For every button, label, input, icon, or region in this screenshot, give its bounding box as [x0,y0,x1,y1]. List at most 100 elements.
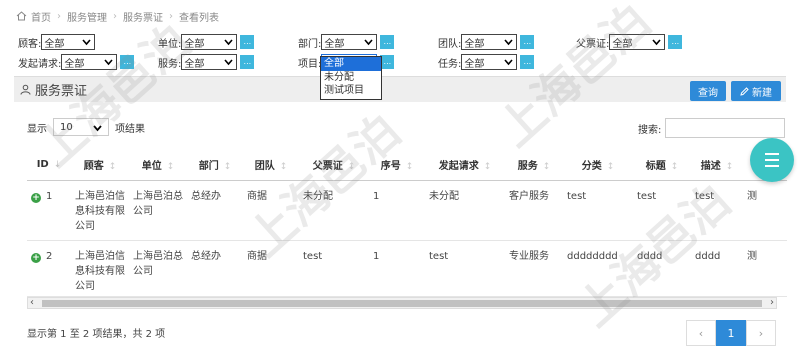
breadcrumb-service-ticket[interactable]: 服务票证 [123,9,163,24]
chevron-down-icon [104,59,113,66]
cell-request: 未分配 [425,180,505,241]
cell-title: dddd [633,240,691,297]
cell-service: 专业服务 [505,240,563,297]
scroll-right-icon[interactable]: › [770,297,774,308]
panel-header: 服务票证 查询 新建 [14,76,786,102]
col-header-dept[interactable]: 部门 ↕ [187,150,243,181]
page-title: 服务票证 [20,80,87,99]
page-1-button[interactable]: 1 [716,320,746,346]
filter-unit: 单位: 全部 ... [158,33,255,51]
chevron-down-icon [652,39,661,46]
filter-dept-label: 部门: [298,38,322,50]
team-select[interactable]: 全部 [461,34,518,50]
task-select[interactable]: 全部 [461,54,518,70]
pencil-icon [740,86,749,96]
filter-customer-label: 顾客: [18,38,42,50]
floating-menu-button[interactable] [750,138,794,182]
col-header-id[interactable]: ID ↓ [27,150,71,181]
expand-icon[interactable]: + [31,192,41,203]
initiate-request-select[interactable]: 全部 [61,54,118,70]
dept-select[interactable]: 全部 [321,34,378,50]
col-header-seq[interactable]: 序号 ↕ [369,150,425,181]
team-lookup-button[interactable]: ... [520,35,535,49]
filter-task-label: 任务: [438,58,462,70]
expand-icon[interactable]: + [31,252,41,263]
scroll-left-icon[interactable]: ‹ [30,297,34,308]
chevron-down-icon [93,125,102,132]
filter-dept: 部门: 全部 ... [298,33,395,51]
col-header-unit[interactable]: 单位 ↕ [129,150,187,181]
unit-lookup-button[interactable]: ... [240,35,255,49]
filter-parent-ticket-label: 父票证: [576,38,610,50]
col-header-team[interactable]: 团队 ↕ [243,150,299,181]
cell-category: dddddddd [563,240,633,297]
new-button[interactable]: 新建 [731,81,781,101]
breadcrumb-service-management[interactable]: 服务管理 [67,9,107,24]
prev-page-button[interactable]: ‹ [686,320,716,346]
parent-ticket-lookup-button[interactable]: ... [668,35,683,49]
cell-team: 商据 [243,240,299,297]
col-header-service[interactable]: 服务 ↕ [505,150,563,181]
query-button[interactable]: 查询 [690,81,726,101]
col-header-title[interactable]: 标题 ↕ [633,150,691,181]
cell-title: test [633,180,691,241]
cell-service: 客户服务 [505,180,563,241]
filter-team: 团队: 全部 ... [438,33,535,51]
col-header-customer[interactable]: 顾客 ↕ [71,150,129,181]
col-header-parent-ticket[interactable]: 父票证 ↕ [299,150,369,181]
project-dropdown-list: 全部 未分配 测试项目 [320,56,382,100]
table-row[interactable]: +2 上海邑泊信息科技有限公司 上海邑泊总公司 总经办 商据 test 1 te… [27,240,787,297]
chevron-down-icon [504,59,513,66]
dept-lookup-button[interactable]: ... [380,35,395,49]
customer-select[interactable]: 全部 [41,34,96,50]
next-page-button[interactable]: › [746,320,776,346]
filter-project-label: 项目: [298,58,322,70]
breadcrumb: 首页 › 服务管理 › 服务票证 › 查看列表 [16,8,219,24]
cell-parent: test [299,240,369,297]
ticket-table: ID ↓ 顾客 ↕ 单位 ↕ 部门 ↕ 团队 ↕ 父票证 ↕ 序号 ↕ 发起请求 ↕ 服务 ↕ 分… [27,150,787,297]
service-lookup-button[interactable]: ... [240,55,255,69]
filter-parent-ticket: 父票证: 全部 ... [576,33,683,51]
horizontal-scrollbar[interactable]: ‹ › [27,297,777,309]
breadcrumb-home[interactable]: 首页 [31,9,51,24]
cell-seq: 1 [369,180,425,241]
cell-extra: 测 [743,240,787,297]
filter-customer: 顾客: 全部 [18,33,96,51]
breadcrumb-view-list: 查看列表 [179,12,219,24]
chevron-down-icon [224,59,233,66]
col-header-desc[interactable]: 描述 ↕ [691,150,743,181]
chevron-down-icon [224,39,233,46]
page-length-select[interactable]: 10 [53,118,109,136]
cell-desc: dddd [691,240,743,297]
col-header-category[interactable]: 分类 ↕ [563,150,633,181]
new-button-label: 新建 [752,87,772,99]
project-option-test[interactable]: 测试项目 [321,84,381,98]
cell-id[interactable]: +1 [27,180,71,241]
task-lookup-button[interactable]: ... [520,55,535,69]
length-suffix: 项结果 [115,123,145,135]
search-input[interactable] [665,118,786,138]
unit-select[interactable]: 全部 [181,34,238,50]
page-length-control: 显示 10 项结果 [27,118,145,136]
col-header-request[interactable]: 发起请求 ↕ [425,150,505,181]
scrollbar-thumb[interactable] [42,300,762,307]
cell-request: test [425,240,505,297]
cell-unit: 上海邑泊总公司 [129,180,187,241]
cell-category: test [563,180,633,241]
cell-id[interactable]: +2 [27,240,71,297]
service-select[interactable]: 全部 [181,54,238,70]
length-prefix: 显示 [27,123,47,135]
initiate-request-lookup-button[interactable]: ... [120,55,135,69]
project-lookup-button[interactable]: ... [380,55,395,69]
project-option-all[interactable]: 全部 [321,57,381,71]
pagination: ‹ 1 › [686,320,776,346]
table-info: 显示第 1 至 2 项结果，共 2 项 [27,329,166,340]
filter-team-label: 团队: [438,38,462,50]
table-row[interactable]: +1 上海邑泊信息科技有限公司 上海邑泊总公司 总经办 商据 未分配 1 未分配… [27,180,787,241]
cell-extra: 测 [743,180,787,241]
chevron-down-icon [364,39,373,46]
filter-initiate-request: 发起请求: 全部 ... [18,53,135,71]
project-option-unassigned[interactable]: 未分配 [321,71,381,85]
parent-ticket-select[interactable]: 全部 [609,34,666,50]
search-label: 搜索: [638,124,662,136]
